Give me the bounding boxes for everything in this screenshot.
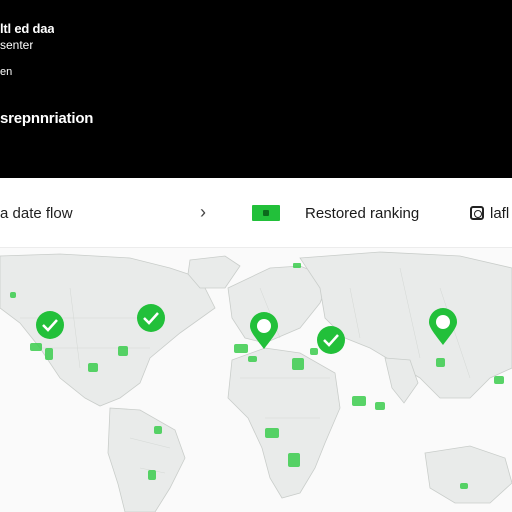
marker-europe[interactable]: [250, 312, 278, 349]
marker-north-america-east[interactable]: [137, 304, 165, 332]
header-line-1: ltl ed daa: [0, 21, 55, 36]
header-panel: ltl ed daa senter en srepnnriation: [0, 0, 512, 178]
marker-middle-east[interactable]: [317, 326, 345, 354]
chevron-right-icon[interactable]: ›: [200, 202, 206, 222]
header-line-3: en: [0, 66, 13, 78]
continents: [0, 251, 512, 512]
world-map[interactable]: [0, 248, 512, 512]
toolbar: a date flow › Restored ranking lafl: [0, 178, 512, 248]
africa-shape: [227, 347, 341, 499]
south-america-shape: [107, 407, 186, 512]
world-map-svg: [0, 251, 512, 512]
date-flow-button[interactable]: a date flow: [0, 205, 73, 222]
right-tab-label[interactable]: lafl: [490, 205, 509, 222]
status-indicator-icon: [252, 205, 280, 221]
greenland-shape: [187, 255, 241, 289]
marker-north-america-west[interactable]: [36, 311, 64, 339]
page-title: Restored ranking: [305, 205, 420, 222]
camera-icon[interactable]: [470, 206, 484, 220]
header-line-2: senter: [0, 38, 34, 52]
header-line-4: srepnnriation: [0, 110, 94, 127]
north-america-shape: [0, 253, 216, 407]
australia-shape: [424, 445, 512, 504]
